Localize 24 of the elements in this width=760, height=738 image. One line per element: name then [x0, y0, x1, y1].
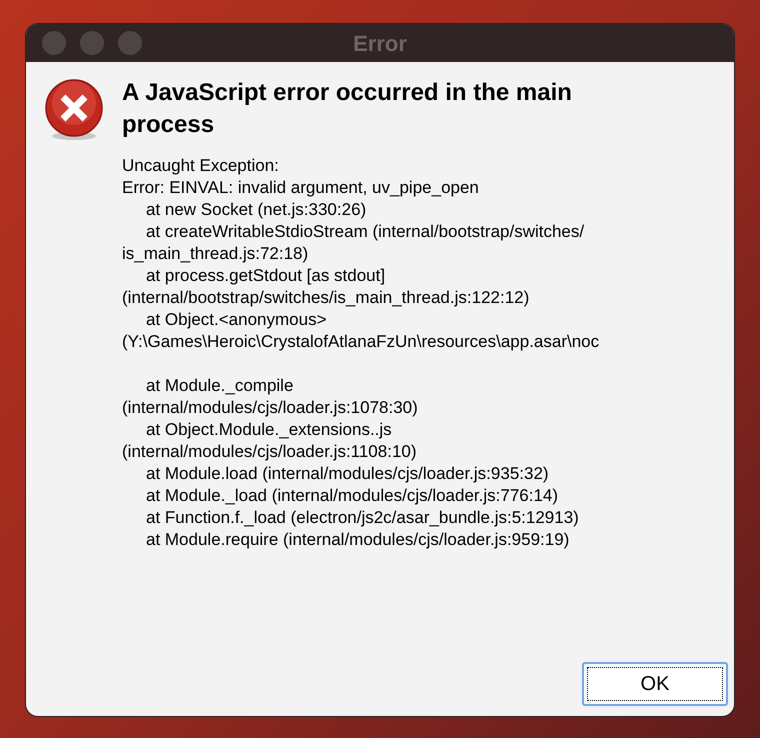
- minimize-window-button[interactable]: [80, 31, 104, 55]
- stack-trace-line: at Module._compile: [145, 375, 294, 397]
- window-title: Error: [353, 30, 407, 58]
- zoom-window-button[interactable]: [118, 31, 142, 55]
- stack-trace-line: at process.getStdout [as stdout]: [145, 265, 386, 287]
- close-window-button[interactable]: [42, 31, 66, 55]
- stack-trace-line: (internal/modules/cjs/loader.js:1108:10): [122, 441, 418, 463]
- stack-trace-line: at Object.Module._extensions..js: [145, 419, 393, 441]
- stack-trace-line: Error: EINVAL: invalid argument, uv_pipe_open: [122, 177, 480, 199]
- ok-button[interactable]: OK: [582, 662, 728, 706]
- stack-trace-line: at Module.require (internal/modules/cjs/loader.js:959:19): [145, 529, 570, 551]
- stack-trace-line: at new Socket (net.js:330:26): [145, 199, 368, 221]
- stack-trace-line: (internal/modules/cjs/loader.js:1078:30): [122, 397, 419, 419]
- stack-trace-line: is_main_thread.js:72:18): [122, 243, 310, 265]
- error-heading: A JavaScript error occurred in the main process: [122, 78, 573, 140]
- stack-trace-line: (Y:\Games\Heroic\CrystalofAtlanaFzUn\resources\app.asar\noc: [122, 331, 600, 353]
- stack-trace-line: (internal/bootstrap/switches/is_main_thread.js:122:12): [122, 287, 530, 309]
- stack-trace-line: at Object.<anonymous>: [145, 309, 328, 331]
- error-icon: [44, 79, 104, 141]
- stack-trace-line: at createWritableStdioStream (internal/bootstrap/switches/: [145, 221, 586, 243]
- stack-trace-line: at Module.load (internal/modules/cjs/loader.js:935:32): [145, 463, 550, 485]
- stack-trace-line: at Function.f._load (electron/js2c/asar_bundle.js:5:12913): [145, 507, 580, 529]
- stack-trace-line: at Module._load (internal/modules/cjs/loader.js:776:14): [145, 485, 560, 507]
- stack-trace-line: Uncaught Exception:: [122, 155, 280, 177]
